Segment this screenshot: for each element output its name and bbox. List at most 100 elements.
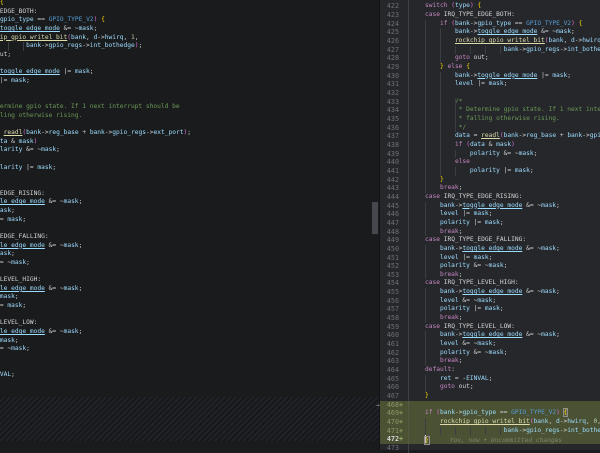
code-line-content[interactable]: goto out; [409, 383, 600, 392]
line-number-gutter[interactable]: 459 [380, 323, 409, 332]
code-line[interactable]: 455 bank->toggle_edge_mode &= ~mask; [380, 288, 600, 297]
line-number-gutter[interactable]: 433 [380, 98, 409, 107]
code-line[interactable]: goto out; [0, 380, 380, 389]
line-number-gutter[interactable]: 441 [380, 167, 409, 176]
code-line[interactable]: level |= mask; [0, 207, 380, 216]
code-line-content[interactable]: polarity |= mask; [409, 219, 600, 228]
code-line-content[interactable]: case IRQ_TYPE_EDGE_FALLING: [409, 236, 600, 245]
code-line[interactable]: 429 } else { [380, 63, 600, 72]
code-line[interactable]: case IRQ_TYPE_EDGE_BOTH: [0, 8, 380, 17]
code-line-content[interactable]: case IRQ_TYPE_EDGE_BOTH: [409, 11, 600, 20]
code-line[interactable]: if (data & mask) [0, 138, 380, 147]
code-line[interactable]: default: [0, 363, 380, 372]
code-line-content[interactable]: break; [409, 357, 600, 366]
code-line-content[interactable] [409, 89, 600, 98]
code-line-content[interactable]: * falling otherwise rising. [409, 115, 600, 124]
line-number-gutter[interactable]: 462 [380, 349, 409, 358]
code-line[interactable]: polarity |= mask; [0, 216, 380, 225]
code-line-content[interactable]: polarity &= ~mask; [409, 150, 600, 159]
code-line[interactable]: ret = -EINVAL; [0, 371, 380, 380]
code-line-content[interactable]: level |= mask; [409, 254, 600, 263]
code-line[interactable]: 444 case IRQ_TYPE_EDGE_RISING: [380, 193, 600, 202]
line-number-gutter[interactable]: 455 [380, 288, 409, 297]
code-line-content[interactable]: break; [409, 228, 600, 237]
code-line[interactable] [0, 441, 380, 450]
code-line-content[interactable]: if (data & mask) [409, 141, 600, 150]
code-line-content[interactable]: ret = -EINVAL; [409, 375, 600, 384]
code-line-added[interactable]: →468+ [380, 401, 600, 410]
code-line[interactable]: 447 polarity |= mask; [380, 219, 600, 228]
code-line[interactable]: 459 case IRQ_TYPE_LEVEL_LOW: [380, 323, 600, 332]
code-line[interactable]: break; [0, 354, 380, 363]
code-line[interactable]: 462 polarity &= ~mask; [380, 349, 600, 358]
code-line-added[interactable]: 471+ bank->gpio_regs->int_bothedge); [380, 427, 600, 436]
code-line-content[interactable] [409, 444, 600, 453]
line-number-gutter[interactable]: 444 [380, 193, 409, 202]
code-line[interactable]: 431 level |= mask; [380, 80, 600, 89]
line-number-gutter[interactable]: 458 [380, 314, 409, 323]
line-number-gutter[interactable]: 425 [380, 28, 409, 37]
code-line[interactable]: 458 break; [380, 314, 600, 323]
code-line-content[interactable]: rockchip_gpio_writel_bit(bank, d->hwirq,… [409, 37, 600, 46]
line-number-gutter[interactable]: 454 [380, 279, 409, 288]
code-line-content[interactable]: bank->toggle_edge_mode |= mask; [409, 72, 600, 81]
line-number-gutter[interactable]: 430 [380, 72, 409, 81]
code-line-content[interactable]: bank->toggle_edge_mode &= ~mask; [409, 28, 600, 37]
left-pane-scrollbar-thumb[interactable] [372, 202, 378, 234]
code-line[interactable]: 437 data = readl(bank->reg_base + bank->… [380, 132, 600, 141]
code-line-content[interactable]: bank->gpio_regs->int_bothedge); [409, 46, 600, 55]
code-line-content[interactable]: break; [409, 271, 600, 280]
line-number-gutter[interactable]: 457 [380, 305, 409, 314]
code-line[interactable]: 438 if (data & mask) [380, 141, 600, 150]
code-line[interactable]: 463 break; [380, 357, 600, 366]
line-number-gutter[interactable]: 461 [380, 340, 409, 349]
code-line[interactable]: 426 rockchip_gpio_writel_bit(bank, d->hw… [380, 37, 600, 46]
code-line-content[interactable]: level &= ~mask; [409, 340, 600, 349]
code-line-content[interactable]: data = readl(bank->reg_base + bank->gpio… [409, 132, 600, 141]
line-number-gutter[interactable]: 463 [380, 357, 409, 366]
code-line[interactable]: 445 bank->toggle_edge_mode &= ~mask; [380, 202, 600, 211]
code-line-added[interactable]: 470+ rockchip_gpio_writel_bit(bank, d->h… [380, 418, 600, 427]
line-number-gutter[interactable]: 424 [380, 20, 409, 29]
code-line[interactable]: level |= mask; [0, 77, 380, 86]
code-line-content[interactable]: level &= ~mask; [409, 297, 600, 306]
code-line-content[interactable]: case IRQ_TYPE_LEVEL_HIGH: [409, 279, 600, 288]
code-line[interactable]: bank->gpio_regs->int_bothedge); [0, 42, 380, 51]
line-number-gutter[interactable]: 456 [380, 297, 409, 306]
line-number-gutter[interactable]: 423 [380, 11, 409, 20]
code-line[interactable]: polarity &= ~mask; [0, 259, 380, 268]
code-line[interactable]: bank->toggle_edge_mode &= ~mask; [0, 285, 380, 294]
code-line[interactable]: polarity |= mask; [0, 302, 380, 311]
code-line[interactable]: * falling otherwise rising. [0, 112, 380, 121]
line-number-gutter[interactable]: 440 [380, 158, 409, 167]
line-number-gutter[interactable]: 449 [380, 236, 409, 245]
code-line[interactable]: 457 polarity |= mask; [380, 305, 600, 314]
code-line-added[interactable]: 469+ if (bank->gpio_type == GPIO_TYPE_V2… [380, 409, 600, 418]
code-line-content[interactable]: level |= mask; [409, 80, 600, 89]
code-line[interactable]: level &= ~mask; [0, 337, 380, 346]
line-number-gutter[interactable]: 460 [380, 331, 409, 340]
line-number-gutter[interactable]: 473 [380, 444, 409, 453]
diff-modified-pane[interactable]: 421422 switch (type) {423 case IRQ_TYPE_… [380, 0, 600, 450]
code-line[interactable]: * Determine gpio state. If 1 next interr… [0, 103, 380, 112]
line-number-gutter[interactable]: 450 [380, 245, 409, 254]
code-line-content[interactable]: polarity |= mask; [409, 167, 600, 176]
code-line-content[interactable]: case IRQ_TYPE_LEVEL_LOW: [409, 323, 600, 332]
line-number-gutter[interactable]: 467 [380, 392, 409, 401]
code-line[interactable]: 450 bank->toggle_edge_mode &= ~mask; [380, 245, 600, 254]
line-number-gutter[interactable]: 469+ [380, 409, 409, 418]
code-line-content[interactable]: */ [409, 124, 600, 133]
code-line[interactable]: 433 /* [380, 98, 600, 107]
code-line[interactable]: level &= ~mask; [0, 293, 380, 302]
code-line[interactable]: 427 bank->gpio_regs->int_bothedge); [380, 46, 600, 55]
code-line-content[interactable]: bank->toggle_edge_mode &= ~mask; [409, 288, 600, 297]
code-line[interactable]: 441 polarity |= mask; [380, 167, 600, 176]
code-line-content[interactable]: case IRQ_TYPE_EDGE_RISING: [409, 193, 600, 202]
code-line[interactable]: 425 bank->toggle_edge_mode &= ~mask; [380, 28, 600, 37]
line-number-gutter[interactable]: 438 [380, 141, 409, 150]
code-line[interactable]: polarity &= ~mask; [0, 146, 380, 155]
line-number-gutter[interactable]: 437 [380, 132, 409, 141]
code-line-content[interactable]: }You, now • Uncommitted changes [409, 435, 600, 444]
code-line[interactable]: rockchip_gpio_writel_bit(bank, d->hwirq,… [0, 34, 380, 43]
line-number-gutter[interactable]: 472+ [380, 435, 409, 444]
